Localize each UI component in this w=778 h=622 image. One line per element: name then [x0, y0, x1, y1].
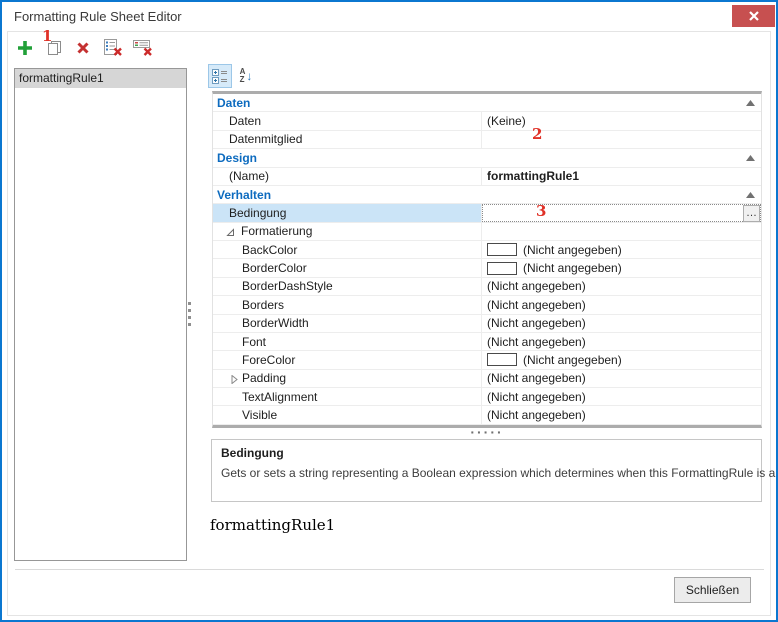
rule-preview-text: formattingRule1 [210, 516, 335, 534]
property-row-textalignment[interactable]: TextAlignment (Nicht angegeben) [213, 388, 761, 406]
property-row-name[interactable]: (Name) formattingRule1 [213, 168, 761, 186]
property-row-bordercolor[interactable]: BorderColor (Nicht angegeben) [213, 259, 761, 277]
category-row-daten[interactable]: Daten [213, 94, 761, 112]
property-row-backcolor[interactable]: BackColor (Nicht angegeben) [213, 241, 761, 259]
close-icon [748, 10, 760, 22]
expanded-icon[interactable] [226, 228, 235, 237]
categorized-icon [212, 68, 228, 84]
category-row-design[interactable]: Design [213, 149, 761, 167]
formatting-rule-sheet-editor-window: Formatting Rule Sheet Editor [0, 0, 778, 622]
horizontal-splitter[interactable]: ····· [212, 428, 762, 439]
category-collapse-icon[interactable] [746, 155, 755, 161]
property-row-borderwidth[interactable]: BorderWidth (Nicht angegeben) [213, 315, 761, 333]
annotation-3: 3 [536, 203, 546, 219]
collapsed-icon[interactable] [231, 375, 238, 384]
bedingung-value-editor[interactable]: … [482, 204, 761, 221]
delete-rule-button[interactable] [70, 35, 96, 61]
color-swatch [487, 243, 517, 256]
property-row-borders[interactable]: Borders (Nicht angegeben) [213, 296, 761, 314]
property-row-datenmitglied[interactable]: Datenmitglied [213, 131, 761, 149]
description-panel: Bedingung Gets or sets a string represen… [211, 439, 762, 502]
delete-all-rules-button[interactable] [130, 35, 156, 61]
delete-x-icon [75, 40, 91, 56]
band-delete-icon [133, 39, 154, 57]
description-text: Gets or sets a string representing a Boo… [221, 466, 778, 480]
az-sort-icon: A Z ↓ [240, 68, 253, 84]
category-collapse-icon[interactable] [746, 192, 755, 198]
delete-sheet-rule-button[interactable] [100, 35, 126, 61]
annotation-1: 1 [42, 28, 52, 44]
rule-list: formattingRule1 [14, 68, 187, 561]
property-row-borderdashstyle[interactable]: BorderDashStyle (Nicht angegeben) [213, 278, 761, 296]
color-swatch [487, 353, 517, 366]
plus-icon [16, 39, 34, 57]
footer-separator [15, 569, 764, 570]
property-row-font[interactable]: Font (Nicht angegeben) [213, 333, 761, 351]
grid-delete-icon [103, 39, 123, 57]
alphabetical-sort-button[interactable]: A Z ↓ [234, 64, 258, 88]
schliessen-button[interactable]: Schließen [674, 577, 751, 603]
property-row-visible[interactable]: Visible (Nicht angegeben) [213, 406, 761, 424]
color-swatch [487, 262, 517, 275]
category-collapse-icon[interactable] [746, 100, 755, 106]
property-grid: Daten Daten (Keine) Datenmitglied Design… [212, 91, 762, 428]
window-close-button[interactable] [732, 5, 775, 27]
description-title: Bedingung [221, 446, 284, 460]
window-title: Formatting Rule Sheet Editor [14, 9, 182, 24]
add-rule-button[interactable] [12, 35, 38, 61]
property-row-forecolor[interactable]: ForeColor (Nicht angegeben) [213, 351, 761, 369]
vertical-splitter[interactable] [188, 302, 194, 332]
annotation-2: 2 [532, 126, 542, 142]
categorized-view-button[interactable] [208, 64, 232, 88]
category-row-verhalten[interactable]: Verhalten [213, 186, 761, 204]
property-row-formatierung[interactable]: Formatierung [213, 223, 761, 241]
property-row-daten[interactable]: Daten (Keine) [213, 112, 761, 130]
property-row-padding[interactable]: Padding (Nicht angegeben) [213, 370, 761, 388]
property-row-bedingung[interactable]: Bedingung … [213, 204, 761, 222]
rule-list-item[interactable]: formattingRule1 [15, 69, 186, 88]
ellipsis-button[interactable]: … [743, 205, 760, 221]
